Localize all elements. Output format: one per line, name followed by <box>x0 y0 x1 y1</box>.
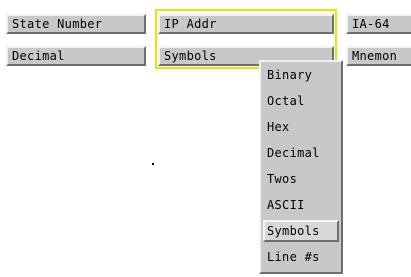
menu-item-binary[interactable]: Binary <box>263 64 339 86</box>
column-header-ip-addr[interactable]: IP Addr <box>158 14 334 34</box>
column-header-label: IA-64 <box>352 17 390 31</box>
number-format-menu: Binary Octal Hex Decimal Twos ASCII Symb… <box>259 60 343 274</box>
menu-item-line-numbers[interactable]: Line #s <box>263 246 339 268</box>
menu-item-twos[interactable]: Twos <box>263 168 339 190</box>
format-label: Symbols <box>164 49 217 63</box>
menu-item-symbols[interactable]: Symbols <box>263 220 339 242</box>
menu-item-hex[interactable]: Hex <box>263 116 339 138</box>
format-selector-state-number[interactable]: Decimal <box>6 46 146 66</box>
menu-item-decimal[interactable]: Decimal <box>263 142 339 164</box>
display-dot <box>152 163 154 165</box>
column-header-label: IP Addr <box>164 17 217 31</box>
format-label: Decimal <box>12 49 65 63</box>
menu-item-ascii[interactable]: ASCII <box>263 194 339 216</box>
format-selector-ia64[interactable]: Mnemon <box>346 46 411 66</box>
column-header-ia64[interactable]: IA-64 <box>346 14 411 34</box>
column-header-label: State Number <box>12 17 103 31</box>
format-label: Mnemon <box>352 49 398 63</box>
menu-item-octal[interactable]: Octal <box>263 90 339 112</box>
column-header-state-number[interactable]: State Number <box>6 14 146 34</box>
